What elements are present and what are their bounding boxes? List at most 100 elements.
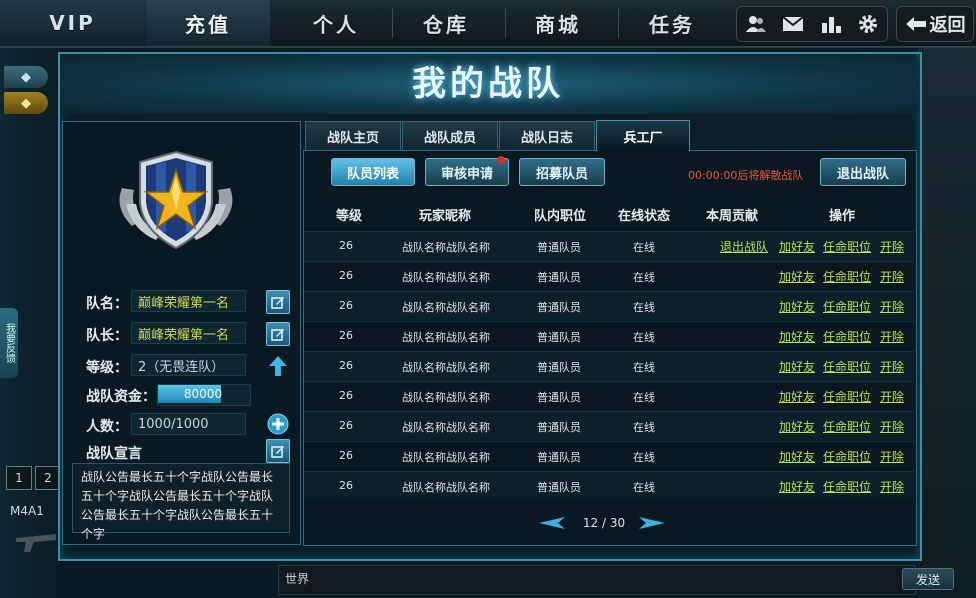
- add-friend-link[interactable]: 加好友: [779, 478, 815, 495]
- nav-divider: [618, 8, 619, 38]
- kick-link[interactable]: 开除: [880, 418, 904, 435]
- background-right: [918, 48, 976, 598]
- level-up-button[interactable]: [268, 355, 288, 377]
- mail-icon[interactable]: [782, 13, 804, 35]
- team-leader-value: 巅峰荣耀第一名: [131, 322, 246, 344]
- row-nickname: 战队名称战队名称: [402, 391, 490, 404]
- row-online-status: 在线: [633, 361, 655, 374]
- arrow-up-icon: [269, 356, 287, 376]
- next-page-arrow-icon[interactable]: [638, 516, 666, 530]
- row-online-status: 在线: [633, 331, 655, 344]
- tab-team-members[interactable]: 战队成员: [402, 121, 498, 150]
- chat-bar[interactable]: [278, 565, 916, 595]
- row-online-status: 在线: [633, 391, 655, 404]
- team-level-label: 等级：: [86, 360, 128, 376]
- add-friend-link[interactable]: 加好友: [779, 328, 815, 345]
- add-friend-link[interactable]: 加好友: [779, 268, 815, 285]
- kick-link[interactable]: 开除: [880, 298, 904, 315]
- appoint-position-link[interactable]: 任命职位: [823, 238, 871, 255]
- add-friend-link[interactable]: 加好友: [779, 298, 815, 315]
- funds-value: 80000: [183, 387, 223, 401]
- back-button[interactable]: 返回: [896, 6, 974, 42]
- appoint-position-link[interactable]: 任命职位: [823, 388, 871, 405]
- kick-link[interactable]: 开除: [880, 358, 904, 375]
- team-emblem-icon: [119, 150, 233, 250]
- kick-link[interactable]: 开除: [880, 448, 904, 465]
- tab-team-home[interactable]: 战队主页: [305, 121, 401, 150]
- send-button[interactable]: 发送: [902, 568, 954, 590]
- row-position: 普通队员: [537, 451, 581, 464]
- appoint-position-link[interactable]: 任命职位: [823, 328, 871, 345]
- add-friend-link[interactable]: 加好友: [779, 388, 815, 405]
- member-list-button[interactable]: 队员列表: [331, 158, 415, 186]
- nav-vip[interactable]: VIP: [0, 0, 145, 46]
- add-friend-link[interactable]: 加好友: [779, 238, 815, 255]
- quit-team-link[interactable]: 退出战队: [720, 238, 768, 255]
- feedback-tab[interactable]: 我要反馈: [0, 308, 18, 378]
- row-nickname: 战队名称战队名称: [402, 361, 490, 374]
- nav-warehouse[interactable]: 仓库: [400, 0, 492, 46]
- nav-personal[interactable]: 个人: [290, 0, 382, 46]
- quit-team-button[interactable]: 退出战队: [820, 158, 906, 186]
- recruit-members-button[interactable]: 招募队员: [519, 158, 605, 186]
- disband-countdown: 00:00:00后将解散战队: [688, 169, 804, 182]
- row-position: 普通队员: [537, 301, 581, 314]
- edit-team-name-button[interactable]: [266, 290, 290, 314]
- add-friend-link[interactable]: 加好友: [779, 358, 815, 375]
- kick-link[interactable]: 开除: [880, 388, 904, 405]
- team-members-label: 人数：: [86, 419, 128, 435]
- row-nickname: 战队名称战队名称: [402, 451, 490, 464]
- row-level: 26: [339, 449, 353, 462]
- declaration-label: 战队宣言: [86, 446, 142, 462]
- edit-declaration-button[interactable]: [266, 439, 290, 463]
- ranking-icon[interactable]: [820, 13, 842, 35]
- row-level: 26: [339, 359, 353, 372]
- nav-tasks[interactable]: 任务: [626, 0, 718, 46]
- team-funds-label: 战队资金：: [86, 389, 156, 405]
- review-applications-button[interactable]: 审核申请: [425, 158, 509, 186]
- header-nickname: 玩家昵称: [418, 209, 471, 224]
- appoint-position-link[interactable]: 任命职位: [823, 418, 871, 435]
- weapon-name: M4A1: [10, 504, 44, 518]
- add-friend-link[interactable]: 加好友: [779, 418, 815, 435]
- kick-link[interactable]: 开除: [880, 328, 904, 345]
- row-level: 26: [339, 389, 353, 402]
- row-nickname: 战队名称战队名称: [402, 421, 490, 434]
- row-position: 普通队员: [537, 241, 581, 254]
- add-members-button[interactable]: [267, 413, 289, 435]
- row-position: 普通队员: [537, 481, 581, 494]
- tab-team-log[interactable]: 战队日志: [499, 121, 595, 150]
- nav-divider: [392, 8, 393, 38]
- appoint-position-link[interactable]: 任命职位: [823, 448, 871, 465]
- add-friend-link[interactable]: 加好友: [779, 448, 815, 465]
- panel-title: 我的战队: [412, 64, 564, 104]
- row-level: 26: [339, 419, 353, 432]
- appoint-position-link[interactable]: 任命职位: [823, 298, 871, 315]
- appoint-position-link[interactable]: 任命职位: [823, 478, 871, 495]
- chat-channel[interactable]: 世界: [285, 570, 309, 587]
- page-1-button[interactable]: 1: [6, 466, 32, 490]
- edit-leader-button[interactable]: [266, 322, 290, 346]
- appoint-position-link[interactable]: 任命职位: [823, 358, 871, 375]
- nav-divider: [505, 8, 506, 38]
- kick-link[interactable]: 开除: [880, 238, 904, 255]
- friends-icon[interactable]: [745, 13, 767, 35]
- settings-icon[interactable]: [857, 13, 879, 35]
- appoint-position-link[interactable]: 任命职位: [823, 268, 871, 285]
- nav-charge[interactable]: 充值: [146, 0, 270, 46]
- header-online-status: 在线状态: [617, 209, 670, 224]
- row-nickname: 战队名称战队名称: [402, 481, 490, 494]
- nav-mall[interactable]: 商城: [512, 0, 604, 46]
- row-online-status: 在线: [633, 451, 655, 464]
- edit-icon: [271, 329, 284, 341]
- row-online-status: 在线: [633, 481, 655, 494]
- team-leader-label: 队长：: [86, 328, 128, 344]
- toolbar-icons: [736, 6, 888, 42]
- row-level: 26: [339, 239, 353, 252]
- row-nickname: 战队名称战队名称: [402, 331, 490, 344]
- kick-link[interactable]: 开除: [880, 478, 904, 495]
- header-actions: 操作: [828, 209, 855, 224]
- kick-link[interactable]: 开除: [880, 268, 904, 285]
- prev-page-arrow-icon[interactable]: [538, 516, 566, 530]
- tab-arsenal[interactable]: 兵工厂: [596, 120, 690, 151]
